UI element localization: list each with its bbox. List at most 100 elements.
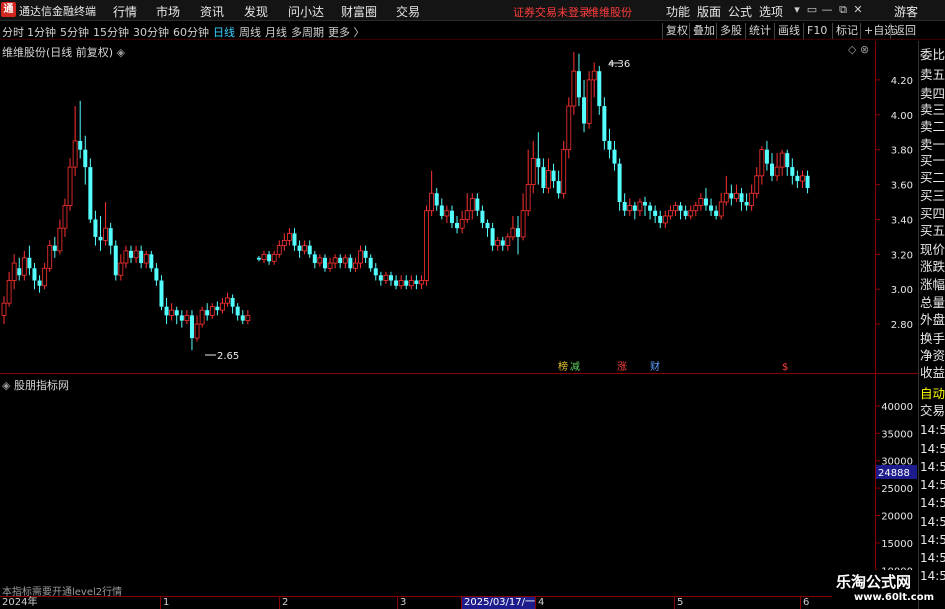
stock-period-title: 维维股份(日线 前复权) — [2, 46, 114, 59]
candle-body — [404, 280, 409, 286]
candle-body — [108, 228, 113, 246]
candle-body — [174, 310, 179, 316]
pane-settings-icon[interactable]: ◈ — [117, 46, 125, 59]
menu-faxian[interactable]: 发现 — [244, 3, 268, 20]
menu-caifuquan[interactable]: 财富圈 — [341, 3, 377, 20]
date-label-3: 3 — [397, 597, 406, 609]
pane-corner-icons[interactable]: ◇ ⊗ — [848, 43, 869, 56]
menu-banmian[interactable]: 版面 — [697, 3, 721, 20]
back-button[interactable]: 返回 — [890, 23, 919, 39]
menu-zixun[interactable]: 资讯 — [200, 3, 224, 20]
f10-button[interactable]: F10 — [803, 23, 830, 39]
period-60min[interactable]: 60分钟 — [173, 24, 209, 40]
menu-xuanxiang[interactable]: 选项 — [759, 3, 783, 20]
price-tick-label: 2.80 — [891, 320, 913, 331]
menu-jiaoyi[interactable]: 交易 — [396, 3, 420, 20]
candle-body — [770, 163, 774, 176]
candle-body — [729, 193, 734, 199]
trade-time: 14:56 — [920, 478, 945, 492]
rp-sell2: 卖二 — [920, 119, 945, 134]
candle-body — [342, 257, 348, 264]
candle-body — [297, 245, 302, 251]
menu-gongshi[interactable]: 公式 — [728, 3, 752, 20]
minimize-icon[interactable]: — — [820, 2, 834, 18]
candle-body — [744, 202, 749, 206]
candle-body — [302, 245, 308, 252]
restore-icon[interactable]: ▭ — [805, 2, 819, 18]
candle-body — [261, 253, 267, 260]
quote-side-panel: 委比 卖五 卖四 卖三 卖二 卖一 买一 买二 买三 买四 买五 现价 涨跌 涨… — [918, 41, 945, 609]
candle-body — [607, 140, 612, 150]
candle-body — [225, 297, 230, 304]
candle-body — [653, 210, 658, 216]
event-tag-cai[interactable]: 财 — [650, 360, 660, 373]
candle-body — [83, 149, 88, 168]
period-weekly[interactable]: 周线 — [239, 24, 261, 40]
rp-weibi: 委比 — [920, 47, 945, 62]
candle-body — [368, 257, 373, 269]
period-30min[interactable]: 30分钟 — [133, 24, 169, 40]
fuquan-button[interactable]: 复权 — [662, 23, 691, 39]
watermark-url: www.60lt.com — [854, 592, 935, 603]
event-tag-zhang[interactable]: 涨 — [617, 361, 627, 373]
multi-stock-button[interactable]: 多股 — [716, 23, 745, 39]
indicator-pane-title[interactable]: ◈ 股朋指标网 — [2, 377, 69, 393]
event-tag-dollar[interactable]: $ — [782, 362, 788, 373]
watermark-title: 乐淘公式网 — [836, 573, 912, 591]
candle-body — [215, 306, 220, 311]
candle-body — [536, 158, 541, 168]
price-tick-label: 3.40 — [891, 215, 913, 226]
menu-hangqing[interactable]: 行情 — [113, 3, 137, 20]
candle-body — [637, 201, 643, 212]
kline-chart[interactable]: 4.20 4.00 3.80 3.60 3.40 3.20 3.00 2.80 4.36 2.… — [0, 41, 918, 374]
maximize-icon[interactable]: ⧉ — [836, 2, 850, 18]
candle-body — [546, 170, 551, 189]
candle-body — [194, 323, 200, 339]
candle-body — [749, 192, 755, 206]
close-icon[interactable]: ✕ — [851, 2, 865, 18]
date-axis[interactable]: 2024年 1 2 3 2025/03/17/一 4 5 6 — [0, 596, 876, 609]
candle-body — [648, 205, 653, 211]
candle-body — [703, 198, 708, 206]
stock-notice[interactable]: 维维股份 — [588, 4, 632, 20]
indicator-pane[interactable]: 40000350003000025000200001500010000 2488… — [0, 374, 917, 595]
period-15min[interactable]: 15分钟 — [93, 24, 129, 40]
period-multi[interactable]: 多周期 — [291, 24, 324, 40]
rp-earnings: 收益 — [920, 365, 945, 380]
period-daily[interactable]: 日线 — [213, 24, 235, 40]
statistics-button[interactable]: 统计 — [745, 23, 774, 39]
kline-pane[interactable]: 4.20 4.00 3.80 3.60 3.40 3.20 3.00 2.80 4.36 2.… — [0, 41, 918, 374]
mark-button[interactable]: 标记 — [832, 23, 861, 39]
guest-label[interactable]: 游客 — [894, 3, 918, 20]
candle-body — [143, 253, 149, 264]
period-more[interactable]: 更多 〉 — [328, 24, 365, 40]
overlay-button[interactable]: 叠加 — [689, 23, 718, 39]
candle-body — [622, 202, 627, 211]
candle-body — [47, 245, 53, 269]
menu-shichang[interactable]: 市场 — [156, 3, 180, 20]
high-price-label: 4.36 — [608, 59, 630, 70]
candle-body — [240, 315, 245, 321]
title-bar: 通 通达信金融终端 行情 市场 资讯 发现 问小达 财富圈 交易 证券交易未登录… — [0, 0, 945, 21]
period-fenshi[interactable]: 分时 — [2, 24, 24, 40]
dropdown-icon[interactable]: ▾ — [790, 2, 804, 18]
event-tag-bang[interactable]: 榜 — [558, 360, 568, 373]
kline-pane-title[interactable]: 维维股份(日线 前复权) ◈ — [2, 44, 125, 60]
login-notice[interactable]: 证券交易未登录 — [513, 4, 590, 20]
candle-body — [790, 167, 795, 176]
menu-wenxiaoda[interactable]: 问小达 — [288, 3, 324, 20]
period-1min[interactable]: 1分钟 — [27, 24, 56, 40]
period-monthly[interactable]: 月线 — [265, 24, 287, 40]
candle-body — [113, 245, 118, 276]
candle-body — [805, 175, 810, 189]
candle-body — [205, 310, 210, 316]
selected-date-label: 2025/03/17/一 — [461, 597, 536, 609]
candle-body — [88, 167, 93, 220]
event-tag-jian[interactable]: 减 — [570, 361, 580, 373]
menu-gongneng[interactable]: 功能 — [666, 3, 690, 20]
draw-line-button[interactable]: 画线 — [774, 23, 803, 39]
candle-body — [551, 170, 556, 182]
indicator-chart[interactable]: 40000350003000025000200001500010000 2488… — [0, 374, 918, 595]
period-5min[interactable]: 5分钟 — [60, 24, 89, 40]
indicator-settings-icon[interactable]: ◈ — [2, 379, 10, 392]
